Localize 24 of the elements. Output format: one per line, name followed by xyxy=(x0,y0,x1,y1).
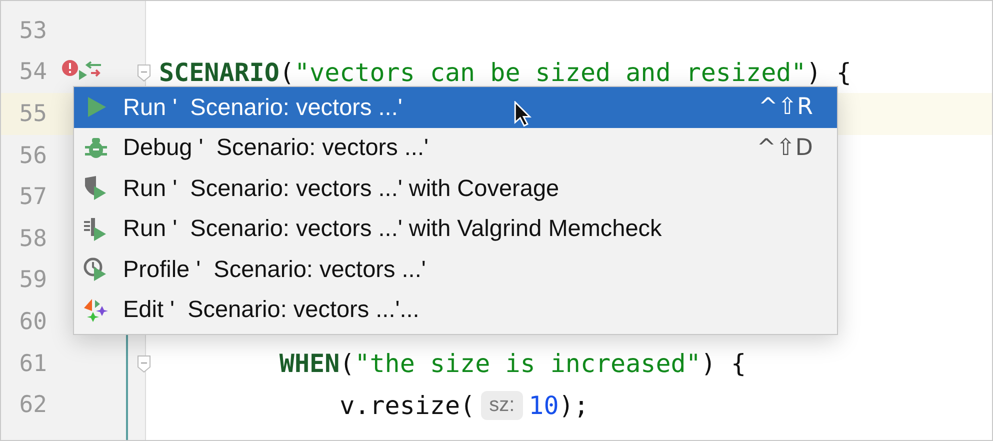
line-number: 58 xyxy=(18,226,47,252)
fold-icon[interactable] xyxy=(137,64,151,82)
run-arrows-icon[interactable] xyxy=(79,60,103,82)
code-line: v.resize( sz: 10); xyxy=(338,390,589,420)
menu-item[interactable]: Edit ' Scenario: vectors ...'... xyxy=(74,290,837,330)
line-number: 62 xyxy=(18,392,47,418)
menu-item[interactable]: Debug ' Scenario: vectors ...' ^⇧D xyxy=(74,128,837,168)
code-line: WHEN("the size is increased") { xyxy=(278,351,746,376)
line-number: 56 xyxy=(18,142,47,169)
line-number: 54 xyxy=(18,59,47,86)
line-number: 53 xyxy=(18,18,47,44)
line-number: 55 xyxy=(18,100,47,127)
fold-icon[interactable] xyxy=(137,354,151,373)
error-icon[interactable] xyxy=(62,60,78,76)
menu-item[interactable]: Run ' Scenario: vectors ...' with Valgrind Memcheck xyxy=(74,208,837,249)
menu-item[interactable]: Run ' Scenario: vectors ...' with Coverage xyxy=(74,168,837,208)
line-number: 57 xyxy=(18,184,47,210)
menu-item[interactable]: Run ' Scenario: vectors ...' ^⇧R xyxy=(74,87,837,128)
menu-item[interactable]: Profile ' Scenario: vectors ...' xyxy=(74,249,837,290)
line-number: 59 xyxy=(18,267,47,294)
line-number: 61 xyxy=(18,350,47,377)
code-line: SCENARIO("vectors can be sized and resized") { xyxy=(158,60,852,85)
mouse-pointer-icon xyxy=(514,101,532,128)
line-number: 60 xyxy=(18,308,47,335)
